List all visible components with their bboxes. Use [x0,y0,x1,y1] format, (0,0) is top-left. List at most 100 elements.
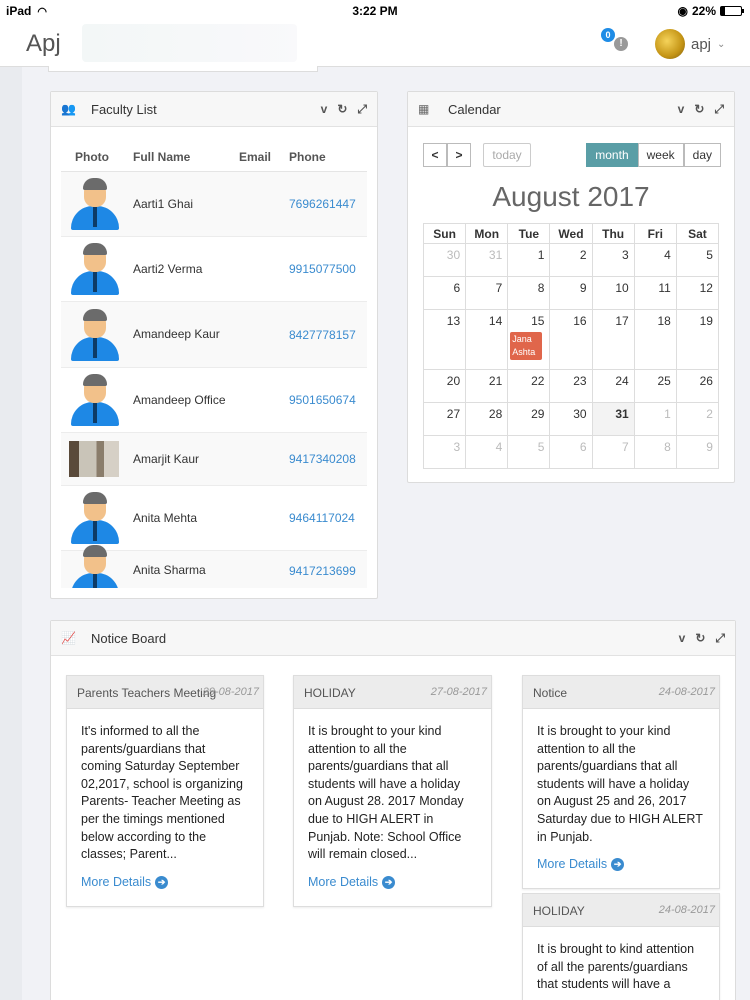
faculty-phone[interactable]: 7696261447 [289,197,367,211]
calendar-day[interactable]: 2 [550,244,593,277]
panel-stub [48,66,318,72]
next-month-button[interactable]: > [447,143,471,167]
calendar-day[interactable]: 13 [424,310,467,370]
event-label: Jana [512,334,532,344]
more-details-link[interactable]: More Details ➔ [308,874,477,892]
calendar-day[interactable]: 28 [466,403,509,436]
calendar-day[interactable]: 30 [424,244,467,277]
faculty-table[interactable]: Photo Full Name Email Phone Aarti1 Ghai 7… [61,142,367,588]
more-details-link[interactable]: More Details ➔ [81,874,249,892]
calendar-event[interactable]: Jana Ashta [510,332,543,360]
calendar-day[interactable]: 30 [550,403,593,436]
calendar-day[interactable]: 1 [508,244,551,277]
calendar-day[interactable]: 27 [424,403,467,436]
collapse-icon[interactable]: v [678,102,685,117]
faculty-phone[interactable]: 9501650674 [289,393,367,407]
calendar-day[interactable]: 4 [466,436,509,469]
day-number: 23 [573,374,587,388]
day-of-week-header: Sun [424,224,467,244]
collapse-icon[interactable]: v [679,631,686,646]
table-row[interactable]: Anita Mehta 9464117024 [61,486,367,551]
calendar-day[interactable]: 31 [592,403,635,436]
calendar-day[interactable]: 22 [508,370,551,403]
more-details-link[interactable]: More Details ➔ [537,856,705,874]
day-number: 6 [579,440,587,454]
calendar-day[interactable]: 21 [466,370,509,403]
calendar-day[interactable]: 1 [634,403,677,436]
calendar-day[interactable]: 5 [508,436,551,469]
user-name: apj [691,35,712,53]
calendar-day[interactable]: 24 [592,370,635,403]
panel-header: ▦ Calendar v ↻ ⤢ [408,92,734,127]
calendar-day[interactable]: 25 [634,370,677,403]
day-number: 3 [622,248,629,262]
day-view-button[interactable]: day [683,143,721,167]
calendar-day[interactable]: 4 [634,244,677,277]
day-number: 1 [537,248,545,262]
calendar-day[interactable]: 6 [424,277,467,310]
expand-icon[interactable]: ⤢ [715,631,725,646]
collapse-icon[interactable]: v [321,102,328,117]
table-row[interactable]: Amandeep Kaur 8427778157 [61,302,367,368]
calendar-day[interactable]: 26 [676,370,719,403]
calendar-day[interactable]: 23 [550,370,593,403]
calendar-day[interactable]: 18 [634,310,677,370]
calendar-day[interactable]: 12 [676,277,719,310]
faculty-phone[interactable]: 9417213699 [289,564,367,578]
calendar-day[interactable]: 14 [466,310,509,370]
faculty-phone[interactable]: 9915077500 [289,262,367,276]
table-row[interactable]: Amandeep Office 9501650674 [61,368,367,433]
calendar-day[interactable]: 15 Jana Ashta [508,310,551,370]
calendar-day[interactable]: 19 [676,310,719,370]
week-view-button[interactable]: week [637,143,684,167]
calendar-day[interactable]: 8 [508,277,551,310]
today-button[interactable]: today [483,143,531,167]
calendar-day[interactable]: 2 [676,403,719,436]
day-number: 18 [657,314,671,328]
brand-name[interactable]: Apj [26,30,61,58]
day-number: 2 [706,407,713,421]
notice-card: Parents Teachers Meeting 29-08-2017 It's i… [66,675,264,907]
refresh-icon[interactable]: ↻ [695,631,705,646]
faculty-phone[interactable]: 9464117024 [289,511,367,525]
notice-date: 24-08-2017 [658,686,715,698]
faculty-phone[interactable]: 9417340208 [289,452,367,466]
calendar-day[interactable]: 16 [550,310,593,370]
table-row[interactable]: Aarti1 Ghai 7696261447 [61,172,367,237]
refresh-icon[interactable]: ↻ [337,102,347,117]
calendar-day[interactable]: 7 [466,277,509,310]
faculty-phone[interactable]: 8427778157 [289,328,367,342]
calendar-day[interactable]: 20 [424,370,467,403]
calendar-day[interactable]: 3 [424,436,467,469]
day-number: 30 [446,248,461,262]
calendar-day[interactable]: 3 [592,244,635,277]
calendar-day[interactable]: 31 [466,244,509,277]
day-number: 28 [488,407,503,421]
calendar-day[interactable]: 17 [592,310,635,370]
calendar-day[interactable]: 8 [634,436,677,469]
table-row[interactable]: Aarti2 Verma 9915077500 [61,237,367,302]
calendar-day[interactable]: 5 [676,244,719,277]
panel-header: 📈 Notice Board v ↻ ⤢ [51,621,735,656]
calendar-day[interactable]: 10 [592,277,635,310]
day-number: 8 [537,281,545,295]
prev-month-button[interactable]: < [423,143,447,167]
calendar-day[interactable]: 7 [592,436,635,469]
day-number: 12 [699,281,713,295]
calendar-week-row: 20 21 22 23 24 25 26 [424,370,719,403]
notice-text: It is brought to your kind attention to … [537,724,703,844]
table-row[interactable]: Anita Sharma 9417213699 [61,544,367,588]
notice-card: Notice 24-08-2017 It is brought to your ki… [522,675,720,889]
calendar-day[interactable]: 9 [676,436,719,469]
user-menu[interactable]: apj ⌄ [655,29,725,59]
month-view-button[interactable]: month [586,143,638,167]
calendar-week-row: 27 28 29 30 31 1 2 [424,403,719,436]
refresh-icon[interactable]: ↻ [694,102,704,117]
calendar-day[interactable]: 9 [550,277,593,310]
calendar-day[interactable]: 29 [508,403,551,436]
calendar-day[interactable]: 11 [634,277,677,310]
expand-icon[interactable]: ⤢ [714,102,724,117]
table-row[interactable]: Amarjit Kaur 9417340208 [61,433,367,486]
calendar-day[interactable]: 6 [550,436,593,469]
expand-icon[interactable]: ⤢ [357,102,367,117]
